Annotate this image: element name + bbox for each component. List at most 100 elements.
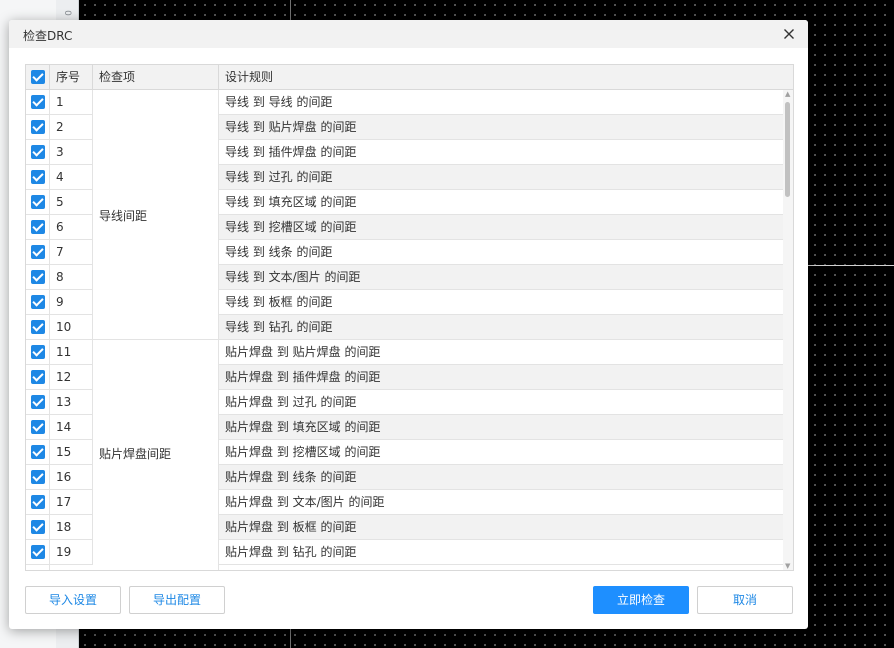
row-rule: 导线 到 挖槽区域 的间距 xyxy=(219,215,783,240)
row-checkbox-cell xyxy=(26,190,50,215)
background-canvas-line xyxy=(808,265,894,266)
row-number: 9 xyxy=(50,290,93,315)
drc-dialog: 检查DRC 序号 检查项 设计规则 1 导线 到 导线 的间距 2 导线 到 贴片焊盘… xyxy=(9,20,808,629)
row-number: 13 xyxy=(50,390,93,415)
group-label: 贴片焊盘间距 xyxy=(99,446,172,461)
rules-table: 序号 检查项 设计规则 1 导线 到 导线 的间距 2 导线 到 贴片焊盘 的间距 3 导… xyxy=(25,64,794,571)
vertical-scrollbar[interactable]: ▲ ▼ xyxy=(783,90,793,570)
row-rule: 导线 到 钻孔 的间距 xyxy=(219,315,783,340)
row-checkbox[interactable] xyxy=(30,420,45,434)
cancel-button[interactable]: 取消 xyxy=(697,586,793,614)
row-checkbox[interactable] xyxy=(30,195,45,209)
table-header: 序号 检查项 设计规则 xyxy=(26,65,793,90)
scrollbar-thumb[interactable] xyxy=(785,102,790,197)
row-checkbox-cell xyxy=(26,565,50,570)
row-checkbox-cell xyxy=(26,240,50,265)
row-checkbox-cell xyxy=(26,340,50,365)
row-rule: 导线 到 线条 的间距 xyxy=(219,240,783,265)
row-checkbox[interactable] xyxy=(30,395,45,409)
group-label: 导线间距 xyxy=(99,209,148,223)
row-number: 15 xyxy=(50,440,93,465)
import-settings-button[interactable]: 导入设置 xyxy=(25,586,121,614)
ruler-mark: 0 xyxy=(61,10,72,16)
column-header-rule: 设计规则 xyxy=(225,70,274,84)
row-checkbox-cell xyxy=(26,415,50,440)
row-checkbox[interactable] xyxy=(30,470,45,484)
row-rule: 贴片焊盘 到 过孔 的间距 xyxy=(219,390,783,415)
row-rule: 导线 到 导线 的间距 xyxy=(219,90,783,115)
row-checkbox-cell xyxy=(26,465,50,490)
row-checkbox-cell xyxy=(26,215,50,240)
row-checkbox-cell xyxy=(26,165,50,190)
row-rule: 贴片焊盘 到 挖槽区域 的间距 xyxy=(219,440,783,465)
select-all-cell xyxy=(26,65,50,89)
row-checkbox-cell xyxy=(26,140,50,165)
row-number: 2 xyxy=(50,115,93,140)
row-number: 6 xyxy=(50,215,93,240)
row-checkbox[interactable] xyxy=(30,320,45,334)
dialog-title: 检查DRC xyxy=(23,29,73,43)
row-checkbox-cell xyxy=(26,315,50,340)
row-checkbox[interactable] xyxy=(30,345,45,359)
row-number: 17 xyxy=(50,490,93,515)
row-checkbox[interactable] xyxy=(30,145,45,159)
row-number: 16 xyxy=(50,465,93,490)
row-number: 8 xyxy=(50,265,93,290)
row-checkbox[interactable] xyxy=(30,120,45,134)
scroll-up-arrow-icon[interactable]: ▲ xyxy=(785,90,790,98)
row-rule: 导线 到 贴片焊盘 的间距 xyxy=(219,115,783,140)
column-header-item: 检查项 xyxy=(93,65,219,89)
dialog-header: 检查DRC xyxy=(9,20,808,48)
row-rule: 贴片焊盘 到 板框 的间距 xyxy=(219,515,783,540)
row-rule: 贴片焊盘 到 插件焊盘 的间距 xyxy=(219,365,783,390)
group-cell: 导线间距 xyxy=(93,90,219,340)
row-number: 7 xyxy=(50,240,93,265)
row-checkbox-cell xyxy=(26,115,50,140)
row-checkbox-cell xyxy=(26,365,50,390)
row-checkbox-cell xyxy=(26,90,50,115)
row-rule: 导线 到 填充区域 的间距 xyxy=(219,190,783,215)
row-checkbox-cell xyxy=(26,540,50,565)
row-number: 5 xyxy=(50,190,93,215)
export-config-button[interactable]: 导出配置 xyxy=(129,586,225,614)
select-all-checkbox[interactable] xyxy=(30,70,45,84)
row-rule: 导线 到 插件焊盘 的间距 xyxy=(219,140,783,165)
row-rule: 导线 到 文本/图片 的间距 xyxy=(219,265,783,290)
row-number: 12 xyxy=(50,365,93,390)
row-rule: 贴片焊盘 到 贴片焊盘 的间距 xyxy=(219,340,783,365)
row-rule: 导线 到 过孔 的间距 xyxy=(219,165,783,190)
row-checkbox-cell xyxy=(26,290,50,315)
row-checkbox[interactable] xyxy=(30,270,45,284)
row-checkbox-cell xyxy=(26,390,50,415)
row-rule: 贴片焊盘 到 钻孔 的间距 xyxy=(219,540,783,565)
row-rule: 导线 到 板框 的间距 xyxy=(219,290,783,315)
row-checkbox[interactable] xyxy=(30,245,45,259)
row-number: 11 xyxy=(50,340,93,365)
row-checkbox-cell xyxy=(26,440,50,465)
row-rule: 贴片焊盘 到 文本/图片 的间距 xyxy=(219,490,783,515)
row-checkbox[interactable] xyxy=(30,170,45,184)
row-number: 14 xyxy=(50,415,93,440)
row-checkbox[interactable] xyxy=(30,220,45,234)
scroll-down-arrow-icon[interactable]: ▼ xyxy=(785,562,790,570)
row-checkbox[interactable] xyxy=(30,445,45,459)
row-checkbox[interactable] xyxy=(30,95,45,109)
row-checkbox[interactable] xyxy=(30,295,45,309)
row-number: 10 xyxy=(50,315,93,340)
run-check-button[interactable]: 立即检查 xyxy=(593,586,689,614)
table-body: 1 导线 到 导线 的间距 2 导线 到 贴片焊盘 的间距 3 导线 到 插件焊盘 的间距… xyxy=(26,90,783,570)
group-cell: 贴片焊盘间距 xyxy=(93,340,219,570)
row-checkbox[interactable] xyxy=(30,520,45,534)
row-number: 18 xyxy=(50,515,93,540)
row-checkbox-cell xyxy=(26,515,50,540)
column-header-no: 序号 xyxy=(50,65,93,89)
row-checkbox[interactable] xyxy=(30,545,45,559)
row-checkbox[interactable] xyxy=(30,495,45,509)
row-number: 3 xyxy=(50,140,93,165)
row-number: 1 xyxy=(50,90,93,115)
row-rule: 贴片焊盘 到 线条 的间距 xyxy=(219,465,783,490)
row-checkbox-cell xyxy=(26,490,50,515)
row-checkbox-cell xyxy=(26,265,50,290)
close-icon[interactable] xyxy=(780,25,798,43)
row-checkbox[interactable] xyxy=(30,370,45,384)
